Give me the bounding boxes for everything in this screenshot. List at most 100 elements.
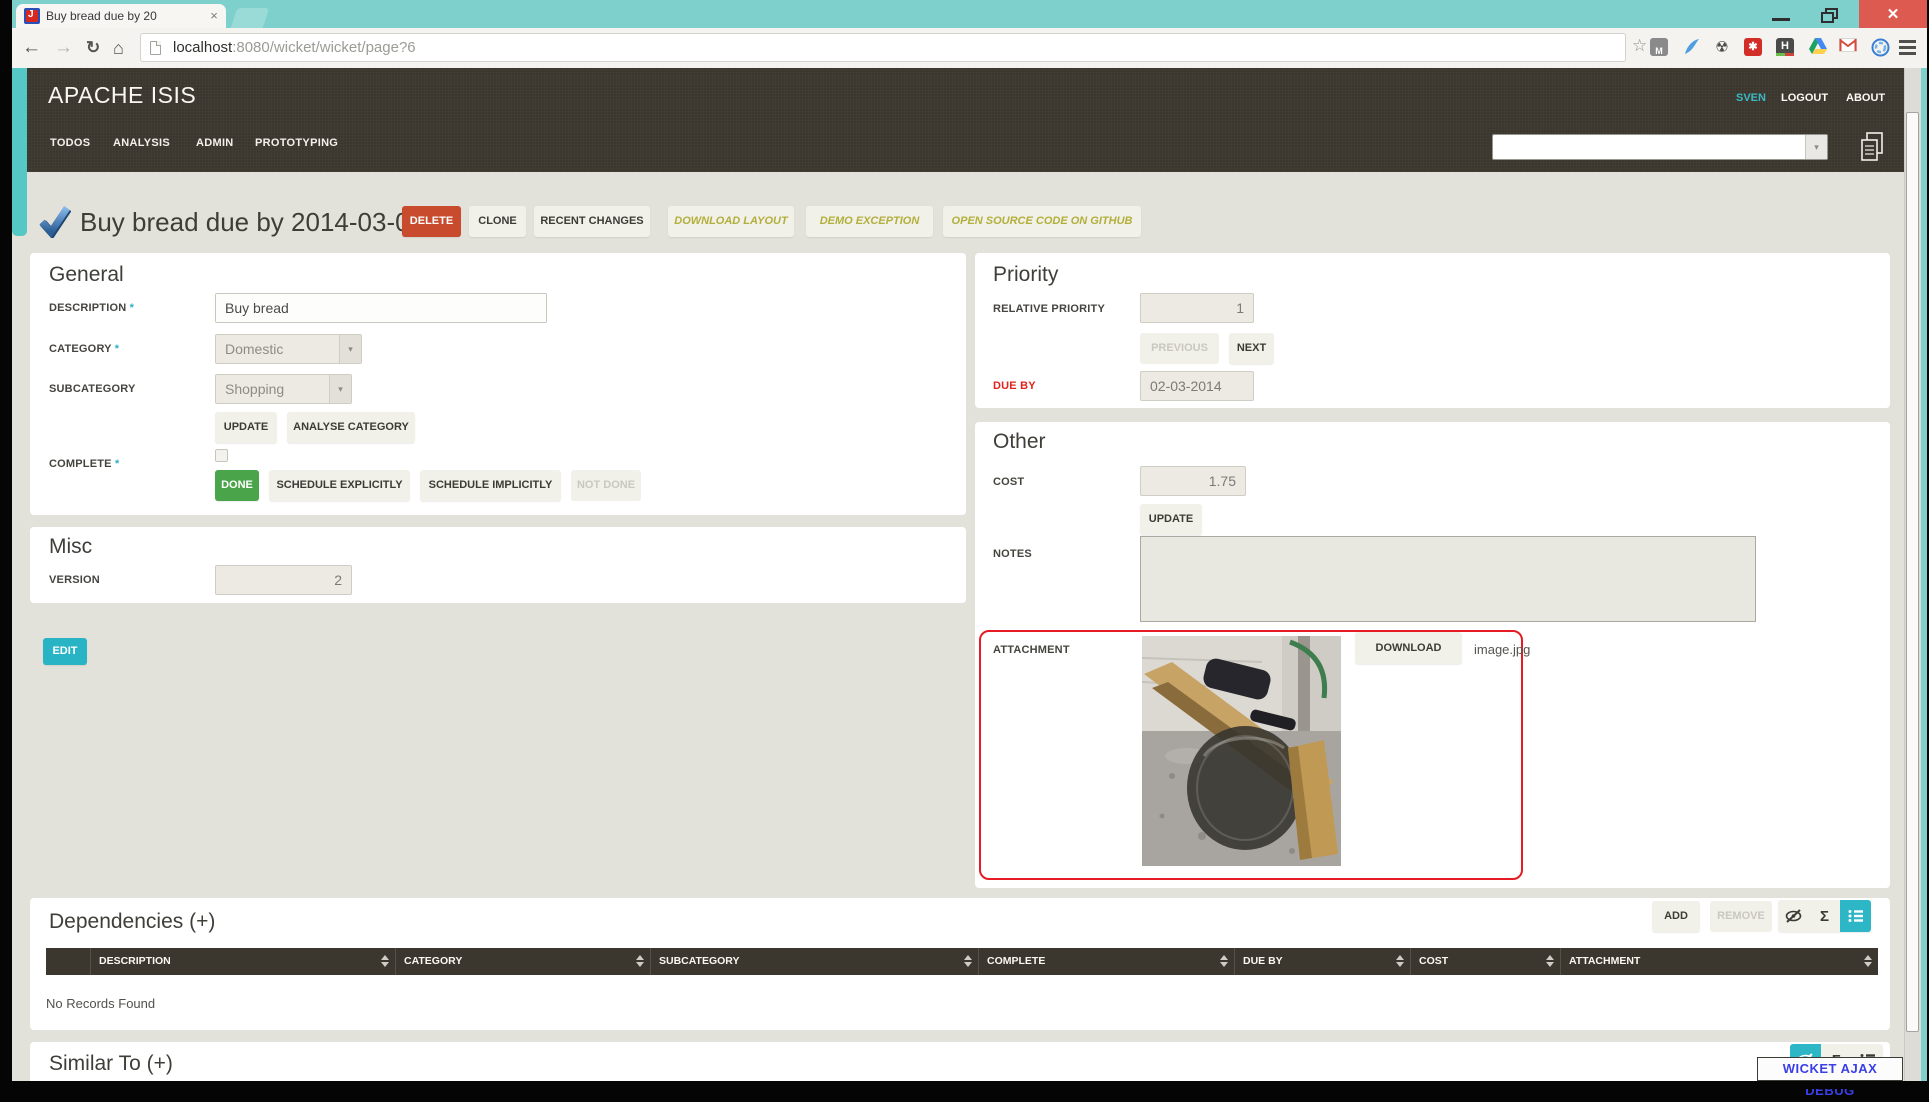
extension-radiation-icon[interactable]: ☢	[1712, 38, 1732, 58]
add-button[interactable]: ADD	[1652, 901, 1700, 932]
required-marker: *	[115, 343, 119, 355]
edit-button[interactable]: EDIT	[43, 638, 87, 665]
wicket-ajax-debug-link[interactable]: WICKET AJAX DEBUG	[1757, 1057, 1903, 1081]
sort-icon	[964, 955, 972, 967]
back-icon[interactable]: ←	[22, 33, 41, 63]
nav-item-admin[interactable]: ADMIN	[196, 137, 234, 149]
download-layout-button[interactable]: DOWNLOAD LAYOUT	[668, 206, 794, 237]
home-icon[interactable]: ⌂	[113, 33, 124, 63]
header-search-select[interactable]: ▾	[1492, 134, 1828, 160]
favicon-icon: J	[24, 8, 40, 24]
hide-columns-button[interactable]	[1778, 900, 1809, 932]
schedule-explicitly-button[interactable]: SCHEDULE EXPLICITLY	[269, 470, 410, 501]
app-brand[interactable]: APACHE ISIS	[48, 82, 196, 109]
schedule-implicitly-button[interactable]: SCHEDULE IMPLICITLY	[420, 470, 561, 501]
delete-button[interactable]: DELETE	[402, 206, 461, 237]
demo-exception-button[interactable]: DEMO EXCEPTION	[806, 206, 933, 237]
tab-close-icon[interactable]: ×	[204, 4, 224, 28]
dependencies-heading: Dependencies (+)	[49, 910, 215, 934]
due-by-field	[1140, 371, 1254, 401]
priority-panel: Priority RELATIVE PRIORITY PREVIOUS NEXT…	[975, 253, 1890, 408]
complete-checkbox[interactable]	[215, 449, 228, 462]
page-title: Buy bread due by 2014-03-02	[80, 207, 424, 238]
forward-icon[interactable]: →	[54, 33, 73, 63]
about-link[interactable]: ABOUT	[1846, 92, 1885, 104]
sort-icon	[1546, 955, 1554, 967]
analyse-category-button[interactable]: ANALYSE CATEGORY	[287, 412, 415, 443]
general-panel: General DESCRIPTION * CATEGORY * Domesti…	[30, 253, 966, 515]
sigma-icon: Σ	[1820, 908, 1829, 925]
column-header-category[interactable]: CATEGORY	[395, 948, 650, 975]
misc-heading: Misc	[49, 535, 92, 559]
column-header-cost[interactable]: COST	[1410, 948, 1560, 975]
attachment-image[interactable]	[1142, 636, 1341, 866]
next-button[interactable]: NEXT	[1229, 333, 1274, 364]
sort-icon	[1864, 955, 1872, 967]
clone-button[interactable]: CLONE	[469, 206, 526, 237]
extension-gmail-icon[interactable]	[1838, 38, 1858, 58]
column-header-description[interactable]: DESCRIPTION	[90, 948, 395, 975]
list-icon	[1848, 909, 1864, 923]
misc-panel: Misc VERSION	[30, 527, 966, 603]
window-restore-button[interactable]	[1805, 0, 1859, 30]
column-header-due-by[interactable]: DUE BY	[1234, 948, 1410, 975]
new-tab-button[interactable]	[231, 8, 269, 28]
chevron-down-icon[interactable]: ▾	[1805, 135, 1827, 159]
copy-pages-icon[interactable]	[1858, 130, 1888, 169]
sort-icon	[1396, 955, 1404, 967]
description-field[interactable]	[215, 293, 547, 323]
other-heading: Other	[993, 430, 1046, 454]
summary-button[interactable]: Σ	[1809, 900, 1840, 932]
browser-tab[interactable]: J Buy bread due by 20 ×	[16, 4, 226, 28]
remove-button: REMOVE	[1710, 901, 1772, 932]
table-view-toggle-group: Σ	[1778, 900, 1871, 932]
extension-feather-icon[interactable]	[1682, 38, 1702, 58]
update-category-button[interactable]: UPDATE	[215, 412, 277, 443]
column-header-attachment[interactable]: ATTACHMENT	[1560, 948, 1878, 975]
notes-textarea[interactable]	[1140, 536, 1756, 622]
chevron-down-icon: ▾	[339, 335, 361, 363]
extension-gray-m-icon[interactable]: M	[1650, 38, 1668, 56]
window-right-frame	[1921, 0, 1927, 1081]
window-minimize-button[interactable]	[1757, 0, 1805, 30]
download-button[interactable]: DOWNLOAD	[1355, 632, 1462, 664]
attachment-filename: image.jpg	[1474, 642, 1530, 657]
extension-h-icon[interactable]: H	[1776, 38, 1794, 56]
list-view-button[interactable]	[1840, 900, 1871, 932]
scrollbar-thumb[interactable]	[1906, 112, 1919, 1032]
nav-item-todos[interactable]: TODOS	[50, 137, 90, 149]
extension-drive-icon[interactable]	[1808, 38, 1828, 58]
browser-menu-icon[interactable]	[1898, 38, 1918, 58]
update-cost-button[interactable]: UPDATE	[1140, 504, 1202, 535]
logout-link[interactable]: LOGOUT	[1781, 92, 1828, 104]
desktop-edge	[0, 1081, 1929, 1089]
sort-icon	[636, 955, 644, 967]
subcategory-select[interactable]: Shopping▾	[215, 374, 352, 404]
attachment-label: ATTACHMENT	[993, 644, 1070, 656]
dependencies-table-header: DESCRIPTION CATEGORY SUBCATEGORY COMPLET…	[46, 948, 1878, 975]
extension-shutter-icon[interactable]	[1870, 38, 1890, 58]
user-link[interactable]: SVEN	[1736, 92, 1766, 104]
relative-priority-field	[1140, 293, 1254, 323]
notes-label: NOTES	[993, 548, 1032, 560]
nav-item-analysis[interactable]: ANALYSIS	[113, 137, 170, 149]
category-select[interactable]: Domestic▾	[215, 334, 362, 364]
column-header-complete[interactable]: COMPLETE	[978, 948, 1234, 975]
chevron-down-icon: ▾	[329, 375, 351, 403]
window-close-button[interactable]: ✕	[1859, 0, 1927, 30]
extension-lastpass-icon[interactable]: ✱	[1744, 38, 1762, 56]
due-by-label: DUE BY	[993, 380, 1036, 392]
cost-field	[1140, 466, 1246, 496]
recent-changes-button[interactable]: RECENT CHANGES	[534, 206, 650, 237]
address-bar[interactable]: localhost:8080/wicket/wicket/page?6	[140, 33, 1626, 62]
column-header-subcategory[interactable]: SUBCATEGORY	[650, 948, 978, 975]
open-source-button[interactable]: OPEN SOURCE CODE ON GITHUB	[943, 206, 1141, 237]
reload-icon[interactable]: ↻	[86, 33, 100, 63]
done-button[interactable]: DONE	[215, 470, 259, 501]
bookmark-star-icon[interactable]: ☆	[1632, 36, 1647, 56]
nav-item-prototyping[interactable]: PROTOTYPING	[255, 137, 338, 149]
subcategory-label: SUBCATEGORY	[49, 383, 136, 395]
priority-heading: Priority	[993, 263, 1058, 287]
previous-button: PREVIOUS	[1140, 333, 1219, 364]
browser-titlebar	[12, 0, 1927, 28]
